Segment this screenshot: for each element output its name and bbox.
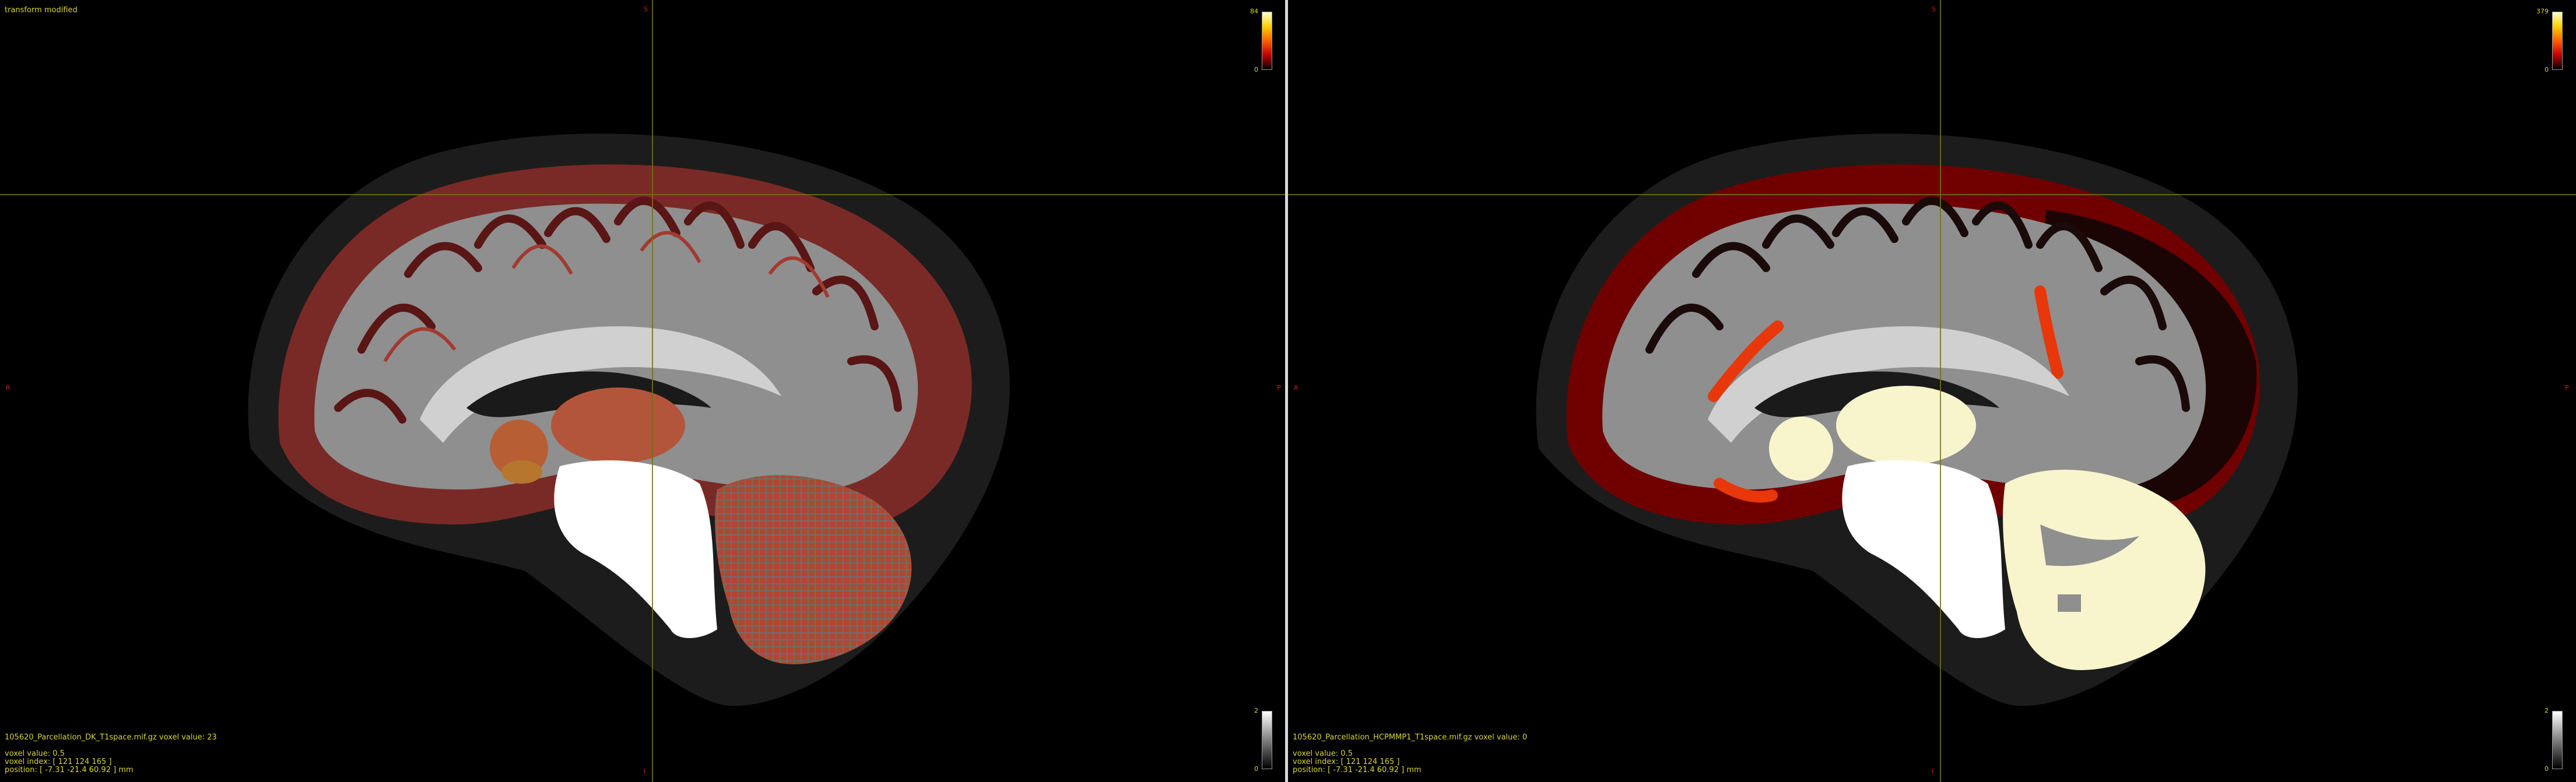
orientation-bottom: I	[644, 767, 646, 775]
brain-sagittal-dk-overlay[interactable]	[0, 0, 1285, 782]
orientation-bottom: I	[1932, 767, 1934, 775]
colorbar-bottom-min: 0	[2545, 765, 2549, 773]
brain-sagittal-hcpmmp1-overlay[interactable]	[1288, 0, 2576, 782]
colorbar-top-max: 379	[2536, 8, 2549, 15]
colorbar-bottom-max: 2	[1254, 707, 1258, 714]
status-text: transform modified	[5, 6, 78, 15]
colorbar-hot	[2552, 12, 2563, 70]
colorbar-top-min: 0	[1254, 66, 1258, 73]
colorbar-gray	[2552, 711, 2563, 769]
voxel-value: voxel value: 0.5	[1293, 749, 1353, 758]
voxel-index: voxel index: [ 121 124 165 ]	[1293, 758, 1400, 766]
colorbar-top-min: 0	[2545, 66, 2549, 73]
voxel-position: position: [ -7.31 -21.4 60.92 ] mm	[1293, 766, 1422, 774]
crosshair-horizontal	[0, 194, 1285, 195]
orientation-top: S	[1932, 5, 1936, 13]
colorbar-gray	[1262, 711, 1272, 769]
colorbar-bottom-max: 2	[2545, 707, 2549, 714]
crosshair-horizontal	[1288, 194, 2576, 195]
orientation-right: P	[1277, 384, 1281, 392]
orientation-right: P	[2565, 384, 2569, 392]
voxel-index: voxel index: [ 121 124 165 ]	[5, 758, 112, 766]
overlay-info: 105620_Parcellation_DK_T1space.mif.gz vo…	[5, 733, 217, 742]
voxel-position: position: [ -7.31 -21.4 60.92 ] mm	[5, 766, 134, 774]
orientation-left: R	[6, 384, 10, 392]
orientation-top: S	[644, 5, 648, 13]
voxel-value: voxel value: 0.5	[5, 749, 65, 758]
colorbar-hot	[1262, 12, 1272, 70]
crosshair-vertical	[652, 0, 653, 782]
viewport-right[interactable]: S A P I 379 0 2 0 105620_Parcellation_HC…	[1288, 0, 2576, 782]
viewport-left[interactable]: transform modified S R P I 84 0 2 0 1056…	[0, 0, 1285, 782]
crosshair-vertical	[1940, 0, 1941, 782]
colorbar-top-max: 84	[1250, 8, 1258, 15]
overlay-info: 105620_Parcellation_HCPMMP1_T1space.mif.…	[1293, 733, 1528, 742]
orientation-left: A	[1294, 384, 1298, 392]
colorbar-bottom-min: 0	[1254, 765, 1258, 773]
